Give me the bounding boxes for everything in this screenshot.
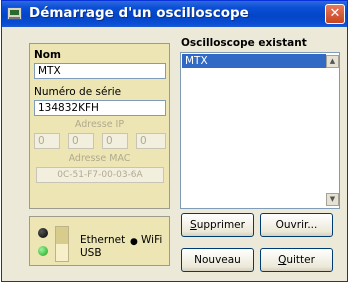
delete-button[interactable]: Supprimer — [181, 213, 254, 237]
name-field[interactable]: MTX — [34, 63, 166, 79]
ip-label: Adresse IP — [74, 119, 125, 130]
quit-button[interactable]: Quitter — [260, 248, 333, 272]
mac-label: Adresse MAC — [68, 153, 131, 164]
close-icon: ✕ — [329, 6, 341, 21]
ip-octet-1[interactable]: 0 — [34, 133, 60, 149]
ip-octet-2[interactable]: 0 — [68, 133, 94, 149]
ethernet-led-icon — [38, 228, 48, 238]
scroll-down-icon[interactable]: ▼ — [326, 193, 339, 206]
usb-label: USB — [80, 247, 102, 259]
connection-switch[interactable] — [55, 226, 69, 262]
ethernet-label: Ethernet — [80, 234, 126, 246]
list-item[interactable]: MTX — [182, 54, 326, 68]
existing-list-title: Oscilloscope existant — [181, 37, 307, 49]
oscilloscope-list[interactable]: MTX ▲ ▼ — [180, 52, 340, 209]
connection-panel: Ethernet ● WiFi USB — [29, 216, 170, 266]
serial-label: Numéro de série — [34, 86, 122, 98]
window-title: Démarrage d'un oscilloscope — [29, 5, 249, 21]
open-button[interactable]: Ouvrir... — [260, 213, 333, 237]
wifi-label: WiFi — [141, 234, 163, 246]
mac-field[interactable]: 0C-51-F7-00-03-6A — [36, 167, 164, 183]
usb-led-icon — [38, 246, 48, 256]
title-bar[interactable]: Démarrage d'un oscilloscope ✕ — [2, 1, 347, 27]
ip-octet-3[interactable]: 0 — [102, 133, 128, 149]
oscilloscope-app-icon — [7, 7, 22, 20]
name-label: Nom — [34, 49, 61, 61]
wifi-radio-icon[interactable]: ● — [130, 237, 138, 247]
settings-panel: Nom MTX Numéro de série 134832KFH Adress… — [29, 43, 170, 209]
scroll-up-icon[interactable]: ▲ — [326, 55, 339, 68]
new-button[interactable]: Nouveau — [181, 248, 254, 272]
serial-field[interactable]: 134832KFH — [34, 100, 166, 116]
ip-octet-4[interactable]: 0 — [136, 133, 166, 149]
close-button[interactable]: ✕ — [325, 4, 345, 24]
